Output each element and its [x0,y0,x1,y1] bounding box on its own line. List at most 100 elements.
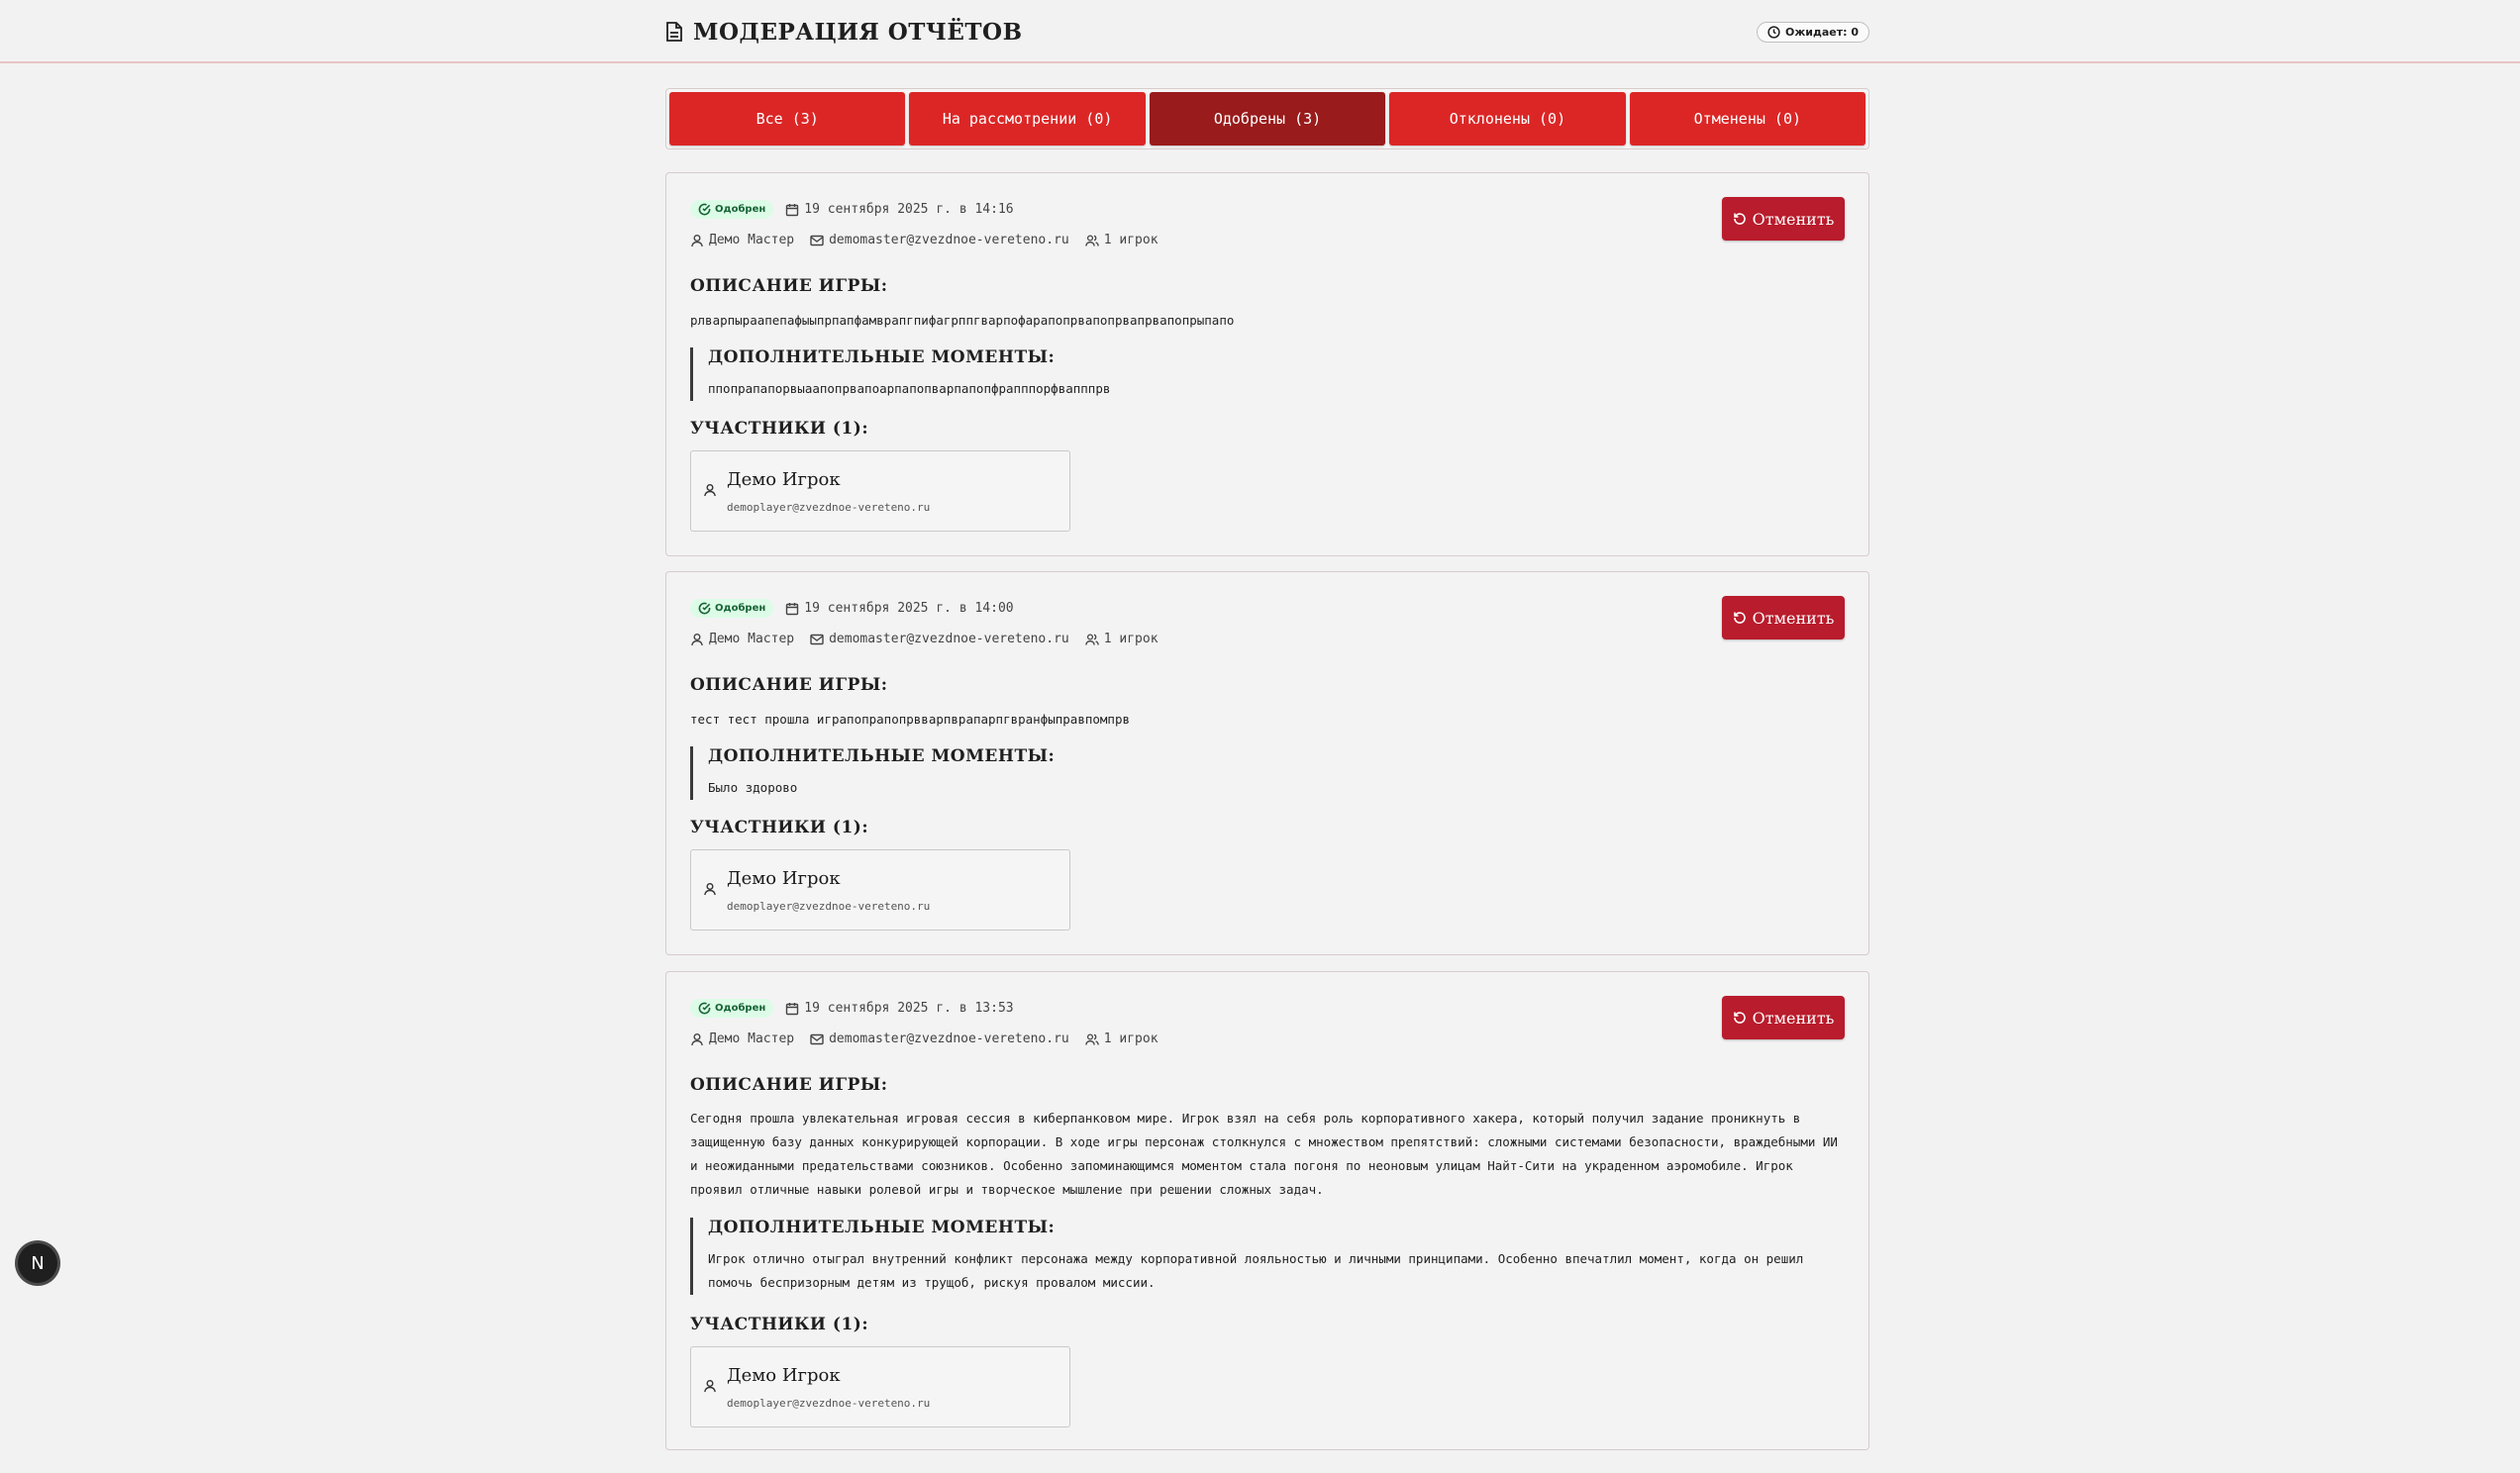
master-name: Демо Мастер [690,233,794,247]
tab-all[interactable]: Все (3) [669,92,906,146]
master-email-text: demomaster@zvezdnoe-vereteno.ru [829,1031,1069,1046]
description-text: Сегодня прошла увлекательная игровая сес… [690,1111,1838,1197]
players-count: 1 игрок [1084,1031,1159,1046]
extra-block: ДОПОЛНИТЕЛЬНЫЕ МОМЕНТЫ: Было здорово [690,746,1839,800]
tab-pending[interactable]: На рассмотрении (0) [909,92,1146,146]
mail-icon [810,634,824,644]
tab-approved[interactable]: Одобрены (3) [1149,92,1386,146]
check-circle-icon [698,1002,711,1015]
pending-label: Ожидает: 0 [1784,25,1859,39]
extra-heading: ДОПОЛНИТЕЛЬНЫЕ МОМЕНТЫ: [708,1218,1056,1237]
extra-heading: ДОПОЛНИТЕЛЬНЫЕ МОМЕНТЫ: [708,347,1056,367]
report-date: 19 сентября 2025 г. в 14:00 [785,601,1014,616]
cancel-button[interactable]: Отменить [1722,596,1845,639]
players-count-text: 1 игрок [1103,233,1159,247]
report-meta-top: Одобрен 19 сентября 2025 г. в 13:53 [690,999,1014,1018]
participants-heading: УЧАСТНИКИ (1): [690,818,869,837]
users-icon [1084,1032,1099,1045]
participant-card: Демо Игрок demoplayer@zvezdnoe-vereteno.… [690,1346,1070,1427]
calendar-icon [786,203,799,216]
participant-email: demoplayer@zvezdnoe-vereteno.ru [727,1397,931,1410]
master-name: Демо Мастер [690,632,794,646]
report-card: Одобрен 19 сентября 2025 г. в 14:00 Демо… [665,571,1869,955]
status-label: Одобрен [715,204,766,215]
players-count: 1 игрок [1084,632,1159,646]
master-email: demomaster@zvezdnoe-vereteno.ru [810,1031,1069,1046]
description-heading: ОПИСАНИЕ ИГРЫ: [690,276,888,296]
master-email: demomaster@zvezdnoe-vereteno.ru [810,233,1069,247]
status-badge: Одобрен [690,200,774,219]
participant-email: demoplayer@zvezdnoe-vereteno.ru [727,900,931,913]
dev-tools-badge[interactable]: N [18,1243,57,1283]
report-meta-bottom: Демо Мастер demomaster@zvezdnoe-vereteno… [690,1031,1159,1046]
description-text: рлварпыраапепафыыпрпапфамврапгпифагрппгв… [690,313,1235,328]
participant-name: Демо Игрок [727,469,841,490]
players-count-text: 1 игрок [1103,632,1159,646]
page-title: МОДЕРАЦИЯ ОТЧЁТОВ [665,19,1023,46]
cancel-button[interactable]: Отменить [1722,197,1845,241]
document-icon [666,22,682,42]
extra-text: Игрок отлично отыграл внутренний конфлик… [708,1251,1804,1290]
user-icon [704,484,716,497]
report-card: Одобрен 19 сентября 2025 г. в 14:16 Демо… [665,172,1869,556]
rotate-ccw-icon [1733,213,1746,225]
cancel-button[interactable]: Отменить [1722,996,1845,1039]
report-date: 19 сентября 2025 г. в 14:16 [785,202,1014,217]
master-email-text: demomaster@zvezdnoe-vereteno.ru [829,632,1069,646]
participant-name: Демо Игрок [727,868,841,889]
user-icon [691,234,703,246]
description-heading: ОПИСАНИЕ ИГРЫ: [690,1075,888,1095]
participant-name: Демо Игрок [727,1365,841,1386]
pending-badge: Ожидает: 0 [1756,21,1869,43]
users-icon [1084,633,1099,645]
master-email: demomaster@zvezdnoe-vereteno.ru [810,632,1069,646]
check-circle-icon [698,602,711,615]
players-count: 1 игрок [1084,233,1159,247]
status-tabs: Все (3) На рассмотрении (0) Одобрены (3)… [665,88,1869,149]
status-badge: Одобрен [690,599,774,618]
report-date-text: 19 сентября 2025 г. в 14:00 [804,601,1014,616]
description-heading: ОПИСАНИЕ ИГРЫ: [690,675,888,695]
participant-email: demoplayer@zvezdnoe-vereteno.ru [727,501,931,514]
report-card: Одобрен 19 сентября 2025 г. в 13:53 Демо… [665,971,1869,1450]
user-icon [691,1032,703,1045]
header-inner: МОДЕРАЦИЯ ОТЧЁТОВ Ожидает: 0 [665,0,1869,63]
status-badge: Одобрен [690,999,774,1018]
calendar-icon [786,602,799,615]
users-icon [1084,234,1099,246]
master-name-text: Демо Мастер [709,632,795,646]
rotate-ccw-icon [1733,1012,1746,1024]
report-date-text: 19 сентября 2025 г. в 14:16 [804,202,1014,217]
extra-text: Было здорово [708,780,798,795]
participant-card: Демо Игрок demoplayer@zvezdnoe-vereteno.… [690,849,1070,931]
mail-icon [810,1033,824,1044]
players-count-text: 1 игрок [1103,1031,1159,1046]
top-header: МОДЕРАЦИЯ ОТЧЁТОВ Ожидает: 0 [0,0,2520,63]
status-label: Одобрен [715,1003,766,1014]
extra-heading: ДОПОЛНИТЕЛЬНЫЕ МОМЕНТЫ: [708,746,1056,766]
master-name-text: Демо Мастер [709,1031,795,1046]
participants-heading: УЧАСТНИКИ (1): [690,419,869,439]
report-meta-top: Одобрен 19 сентября 2025 г. в 14:00 [690,599,1014,618]
extra-text: ппопрапапорвыаапопрвапоарпапопварпапопфр… [708,381,1111,396]
rotate-ccw-icon [1733,612,1746,624]
report-meta-bottom: Демо Мастер demomaster@zvezdnoe-vereteno… [690,233,1159,247]
user-icon [704,1380,716,1393]
description-text: тест тест прошла играпопрапопрвварпврапа… [690,712,1131,727]
extra-block: ДОПОЛНИТЕЛЬНЫЕ МОМЕНТЫ: Игрок отлично от… [690,1218,1839,1295]
master-name-text: Демо Мастер [709,233,795,247]
user-icon [691,633,703,645]
tab-rejected[interactable]: Отклонены (0) [1389,92,1626,146]
tab-cancelled[interactable]: Отменены (0) [1629,92,1866,146]
user-icon [704,883,716,896]
report-meta-top: Одобрен 19 сентября 2025 г. в 14:16 [690,200,1014,219]
page-title-text: МОДЕРАЦИЯ ОТЧЁТОВ [693,18,1023,46]
check-circle-icon [698,203,711,216]
calendar-icon [786,1002,799,1015]
cancel-button-label: Отменить [1752,1008,1835,1028]
extra-block: ДОПОЛНИТЕЛЬНЫЕ МОМЕНТЫ: ппопрапапорвыаап… [690,347,1839,401]
report-meta-bottom: Демо Мастер demomaster@zvezdnoe-vereteno… [690,632,1159,646]
master-name: Демо Мастер [690,1031,794,1046]
master-email-text: demomaster@zvezdnoe-vereteno.ru [829,233,1069,247]
clock-icon [1767,25,1780,39]
